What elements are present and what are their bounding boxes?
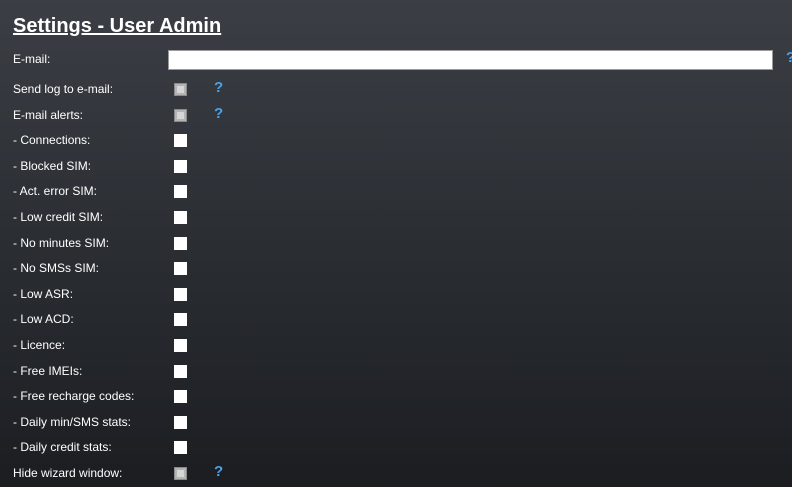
setting-label: E-mail alerts: — [13, 107, 84, 122]
setting-label: - Low ASR: — [13, 286, 74, 301]
email-help-icon[interactable]: ? — [786, 49, 792, 66]
setting-checkbox[interactable] — [174, 134, 187, 148]
settings-row: Send log to e-mail:? — [0, 78, 792, 102]
settings-row: - Connections: — [0, 129, 792, 153]
setting-checkbox[interactable] — [174, 108, 187, 122]
setting-checkbox[interactable] — [174, 339, 187, 352]
settings-row: - Daily min/SMS stats: — [0, 411, 792, 435]
setting-label: - Daily min/SMS stats: — [13, 414, 132, 429]
settings-row: - Free IMEIs: — [0, 360, 792, 384]
settings-panel: Settings - User Admin E-mail: ? Send log… — [0, 0, 792, 487]
setting-checkbox[interactable] — [174, 390, 187, 404]
setting-label: - No minutes SIM: — [13, 235, 110, 250]
setting-checkbox[interactable] — [174, 83, 187, 96]
setting-checkbox[interactable] — [174, 287, 187, 301]
setting-checkbox[interactable] — [174, 159, 187, 173]
setting-checkbox[interactable] — [174, 364, 187, 378]
email-label: E-mail: — [13, 52, 51, 66]
settings-row: - Free recharge codes: — [0, 385, 792, 409]
settings-row: - Low ASR: — [0, 283, 792, 307]
setting-checkbox[interactable] — [174, 262, 187, 276]
email-row: E-mail: ? — [0, 48, 792, 72]
setting-checkbox[interactable] — [174, 185, 187, 199]
setting-checkbox[interactable] — [174, 467, 187, 480]
setting-label: - Free IMEIs: — [13, 363, 83, 378]
settings-row: - Blocked SIM: — [0, 155, 792, 179]
setting-label: Send log to e-mail: — [13, 82, 114, 96]
settings-row: - No SMSs SIM: — [0, 257, 792, 281]
setting-checkbox[interactable] — [174, 313, 187, 327]
setting-label: Hide wizard window: — [13, 466, 123, 480]
settings-row: - Licence: — [0, 334, 792, 358]
setting-label: - Blocked SIM: — [13, 158, 92, 173]
setting-label: - Daily credit stats: — [13, 440, 112, 455]
settings-row: Hide wizard window:? — [0, 462, 792, 486]
setting-label: - Connections: — [13, 133, 91, 148]
page-title: Settings - User Admin — [13, 15, 222, 37]
settings-row: - Daily credit stats: — [0, 436, 792, 460]
help-icon[interactable]: ? — [214, 79, 223, 96]
settings-row: - Act. error SIM: — [0, 180, 792, 204]
setting-label: - No SMSs SIM: — [13, 261, 100, 276]
settings-row: - No minutes SIM: — [0, 232, 792, 256]
settings-row: - Low ACD: — [0, 308, 792, 332]
setting-checkbox[interactable] — [174, 236, 187, 250]
setting-checkbox[interactable] — [174, 415, 187, 429]
setting-label: - Free recharge codes: — [13, 389, 135, 404]
settings-row: E-mail alerts:? — [0, 104, 792, 128]
setting-label: - Licence: — [13, 338, 66, 352]
help-icon[interactable]: ? — [214, 463, 223, 480]
setting-label: - Low credit SIM: — [13, 210, 104, 224]
help-icon[interactable]: ? — [214, 105, 223, 122]
setting-label: - Low ACD: — [13, 312, 74, 327]
setting-checkbox[interactable] — [174, 441, 187, 455]
setting-label: - Act. error SIM: — [13, 184, 98, 199]
email-field[interactable] — [168, 50, 773, 70]
setting-checkbox[interactable] — [174, 211, 187, 224]
settings-row: - Low credit SIM: — [0, 206, 792, 230]
